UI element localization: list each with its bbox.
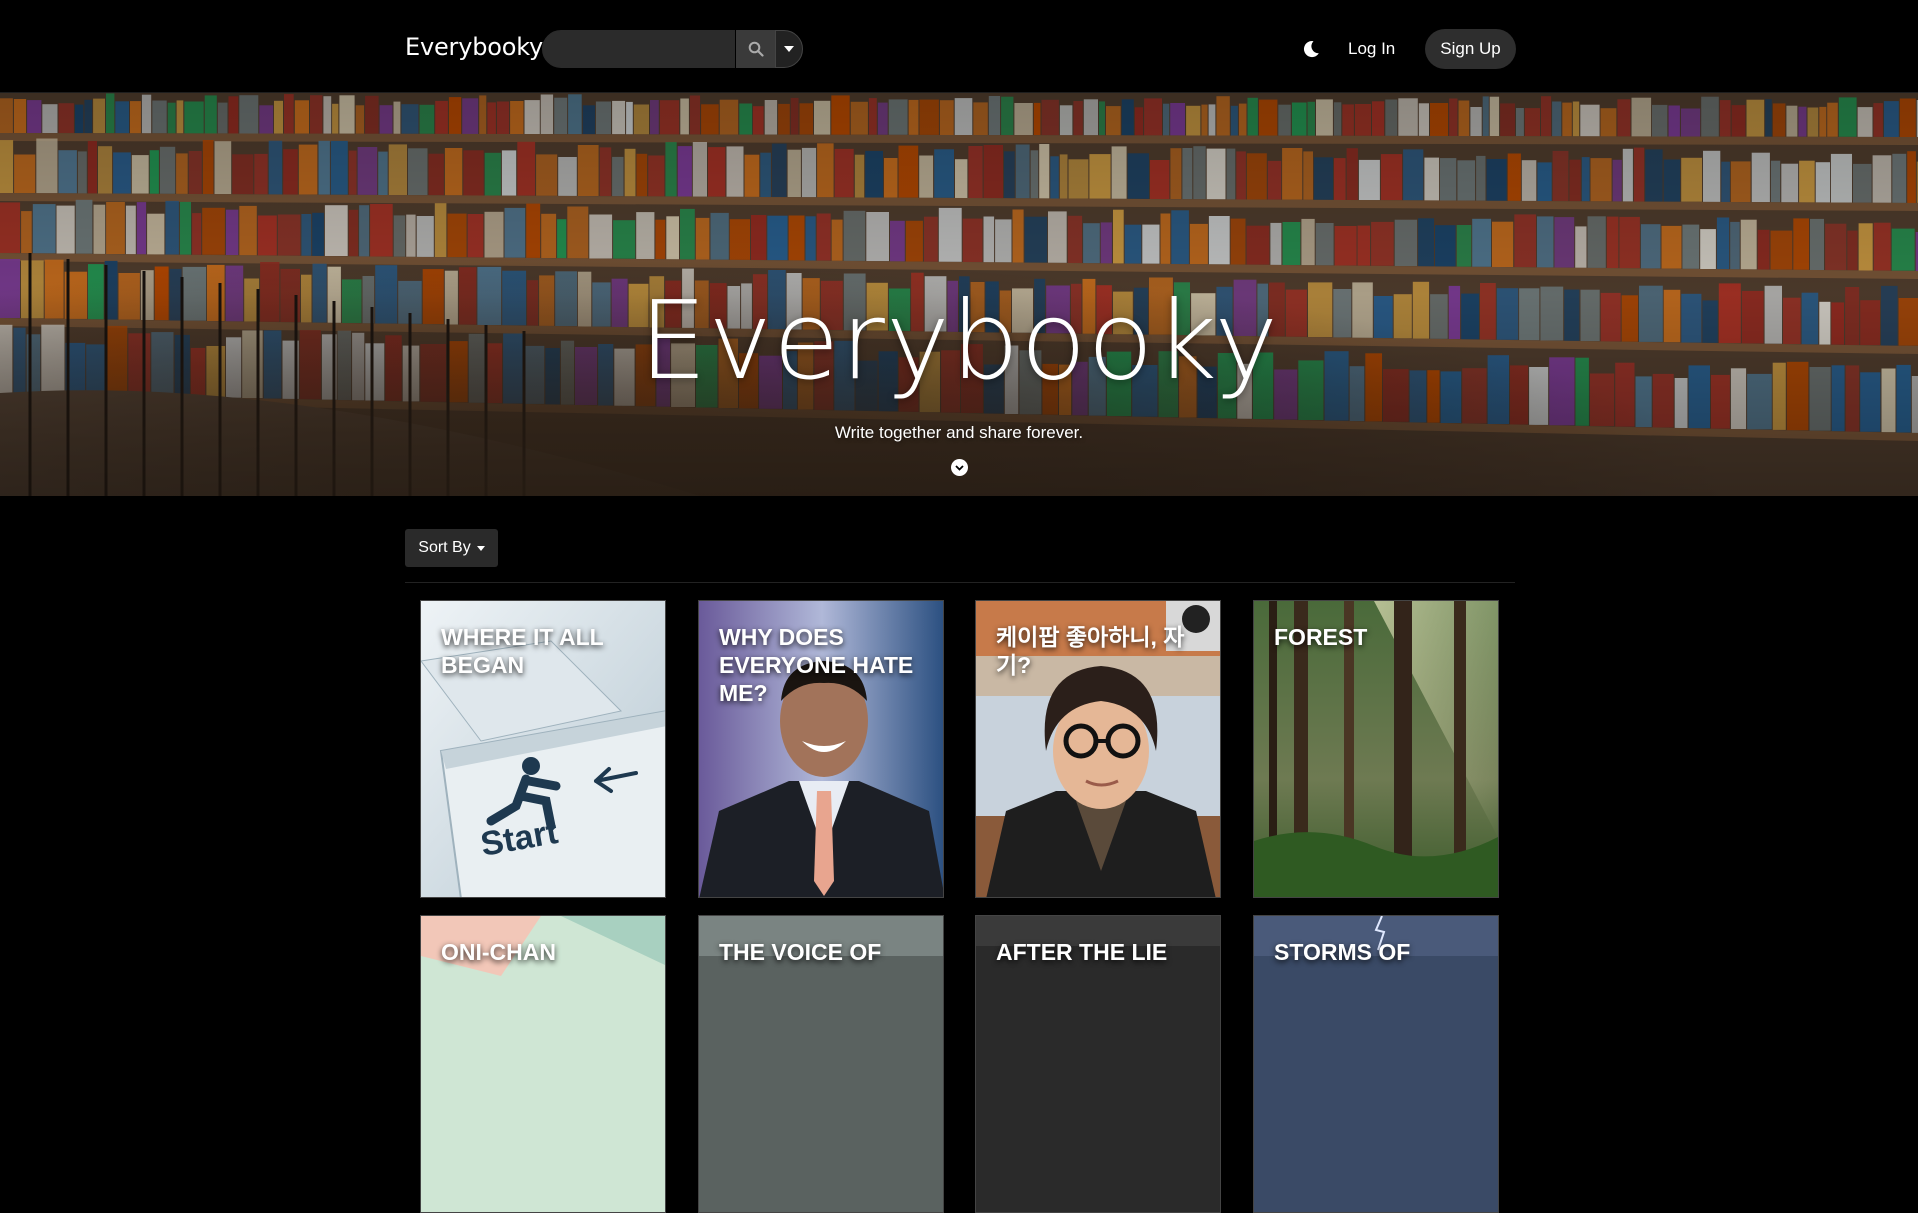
search-button[interactable]: [735, 30, 775, 68]
book-card[interactable]: Oni-Chan: [420, 915, 666, 1213]
book-title: 케이팝 좋아하니, 자기?: [996, 624, 1185, 678]
caret-down-icon: [784, 46, 794, 52]
search-input[interactable]: [542, 30, 735, 68]
navbar: Everybooky Log In Sign Up: [0, 0, 1918, 93]
book-title: Where it all began: [441, 624, 604, 678]
signup-button[interactable]: Sign Up: [1425, 29, 1516, 69]
book-card[interactable]: 케이팝 좋아하니, 자기?: [975, 600, 1221, 898]
book-card[interactable]: Start Where it all began: [420, 600, 666, 898]
hero-title: Everybooky: [638, 279, 1280, 404]
book-card[interactable]: Why does everyone hate me?: [698, 600, 944, 898]
book-card[interactable]: Forest: [1253, 600, 1499, 898]
hero-subtitle: Write together and share forever.: [834, 423, 1084, 442]
book-title: Oni-Chan: [441, 939, 556, 965]
book-card[interactable]: Storms of: [1253, 915, 1499, 1213]
book-card[interactable]: The Voice of: [698, 915, 944, 1213]
caret-down-icon: [476, 545, 485, 551]
book-title: The Voice of: [719, 939, 882, 965]
login-link[interactable]: Log In: [1348, 39, 1395, 59]
book-title: Forest: [1274, 624, 1368, 650]
sort-by-dropdown[interactable]: Sort By: [405, 529, 498, 567]
search-group: [542, 30, 803, 68]
chevron-down-circle-icon[interactable]: [951, 459, 968, 476]
book-title: Why does everyone hate me?: [719, 624, 914, 706]
search-dropdown-button[interactable]: [775, 30, 803, 68]
hero-banner: Everybooky Write together and share fore…: [0, 93, 1918, 496]
book-title: After the Lie: [996, 939, 1168, 965]
book-card[interactable]: After the Lie: [975, 915, 1221, 1213]
sort-by-label: Sort By: [418, 539, 471, 556]
search-icon: [748, 41, 764, 57]
moon-icon[interactable]: [1301, 39, 1321, 59]
book-title: Storms of: [1274, 939, 1411, 965]
divider: [405, 582, 1515, 583]
brand-logo[interactable]: Everybooky: [405, 33, 543, 61]
